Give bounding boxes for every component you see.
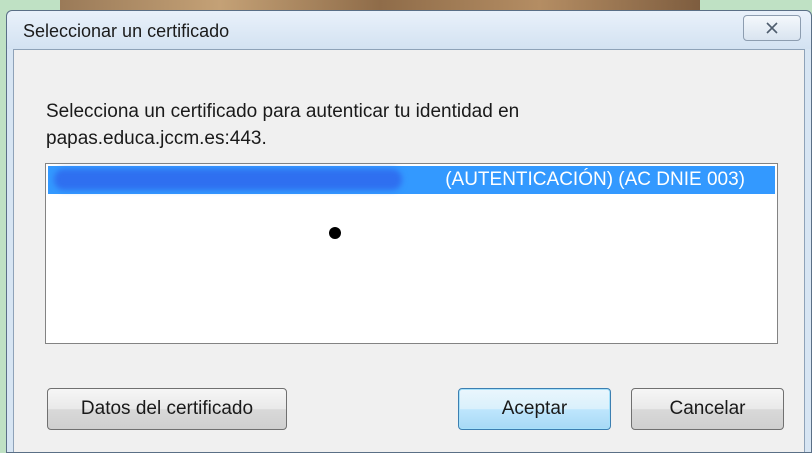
list-item-selected-certificate[interactable]: (AUTENTICACIÓN) (AC DNIE 003) [48,166,775,194]
certificate-label: (AUTENTICACIÓN) (AC DNIE 003) [445,169,745,190]
dialog-body: Selecciona un certificado para autentica… [13,49,805,452]
accept-button[interactable]: Aceptar [458,388,611,430]
certificate-list[interactable]: (AUTENTICACIÓN) (AC DNIE 003) [45,163,778,344]
prompt-line-1: Selecciona un certificado para autentica… [46,101,520,122]
prompt-line-2: papas.educa.jccm.es:443. [46,128,267,149]
title-bar[interactable]: Seleccionar un certificado [7,11,811,49]
certificate-details-button[interactable]: Datos del certificado [47,388,287,430]
certificate-dialog: Seleccionar un certificado Selecciona un… [6,10,812,453]
cancel-button[interactable]: Cancelar [631,388,784,430]
redacted-name-blur [54,169,402,190]
mouse-cursor-dot [329,227,341,239]
prompt-text: Selecciona un certificado para autentica… [46,98,686,152]
close-button[interactable] [743,15,801,41]
close-x-icon [766,22,778,34]
window-title: Seleccionar un certificado [23,21,230,41]
